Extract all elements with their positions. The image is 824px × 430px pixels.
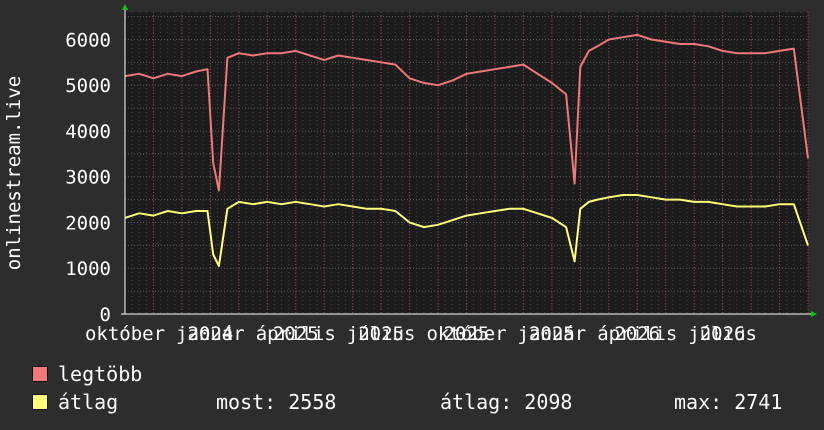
legend-entry-avg: átlag most: 2558 átlag: 2098 max: 2741	[32, 391, 812, 413]
stat-current: most: 2558	[216, 390, 337, 414]
legend-label-avg: átlag	[58, 390, 119, 414]
legend-label-max: legtöbb	[58, 362, 143, 386]
y-tick-label: 5000	[65, 75, 111, 97]
chart-panel: 0 1000 2000 3000 4000 5000 6000 október január 20…	[0, 0, 824, 430]
x-tick-label: 2025	[358, 323, 404, 345]
legend-swatch-avg	[32, 394, 48, 410]
x-tick-label: október	[85, 323, 165, 345]
x-tick-label: 2025	[273, 323, 319, 345]
y-tick-label: 4000	[65, 121, 111, 143]
y-axis-label: onlinestream.live	[3, 76, 25, 270]
y-tick-label: 6000	[65, 29, 111, 51]
stat-max: max: 2741	[674, 390, 783, 414]
x-axis-arrow	[811, 311, 817, 317]
y-tick-label: 2000	[65, 212, 111, 234]
y-tick-label: 1000	[65, 258, 111, 280]
stat-average: átlag: 2098	[440, 390, 573, 414]
x-tick-label: 2025	[529, 323, 575, 345]
x-tick-label: 2025	[444, 323, 490, 345]
y-axis-arrow	[122, 4, 128, 10]
y-tick-label: 3000	[65, 167, 111, 189]
x-tick-label: 2026	[700, 323, 746, 345]
x-tick-label: 2026	[614, 323, 660, 345]
traffic-chart: 0100020003000400050006000október január20…	[3, 4, 817, 345]
legend-swatch-max	[32, 366, 48, 382]
x-tick-label: 2024	[187, 323, 233, 345]
